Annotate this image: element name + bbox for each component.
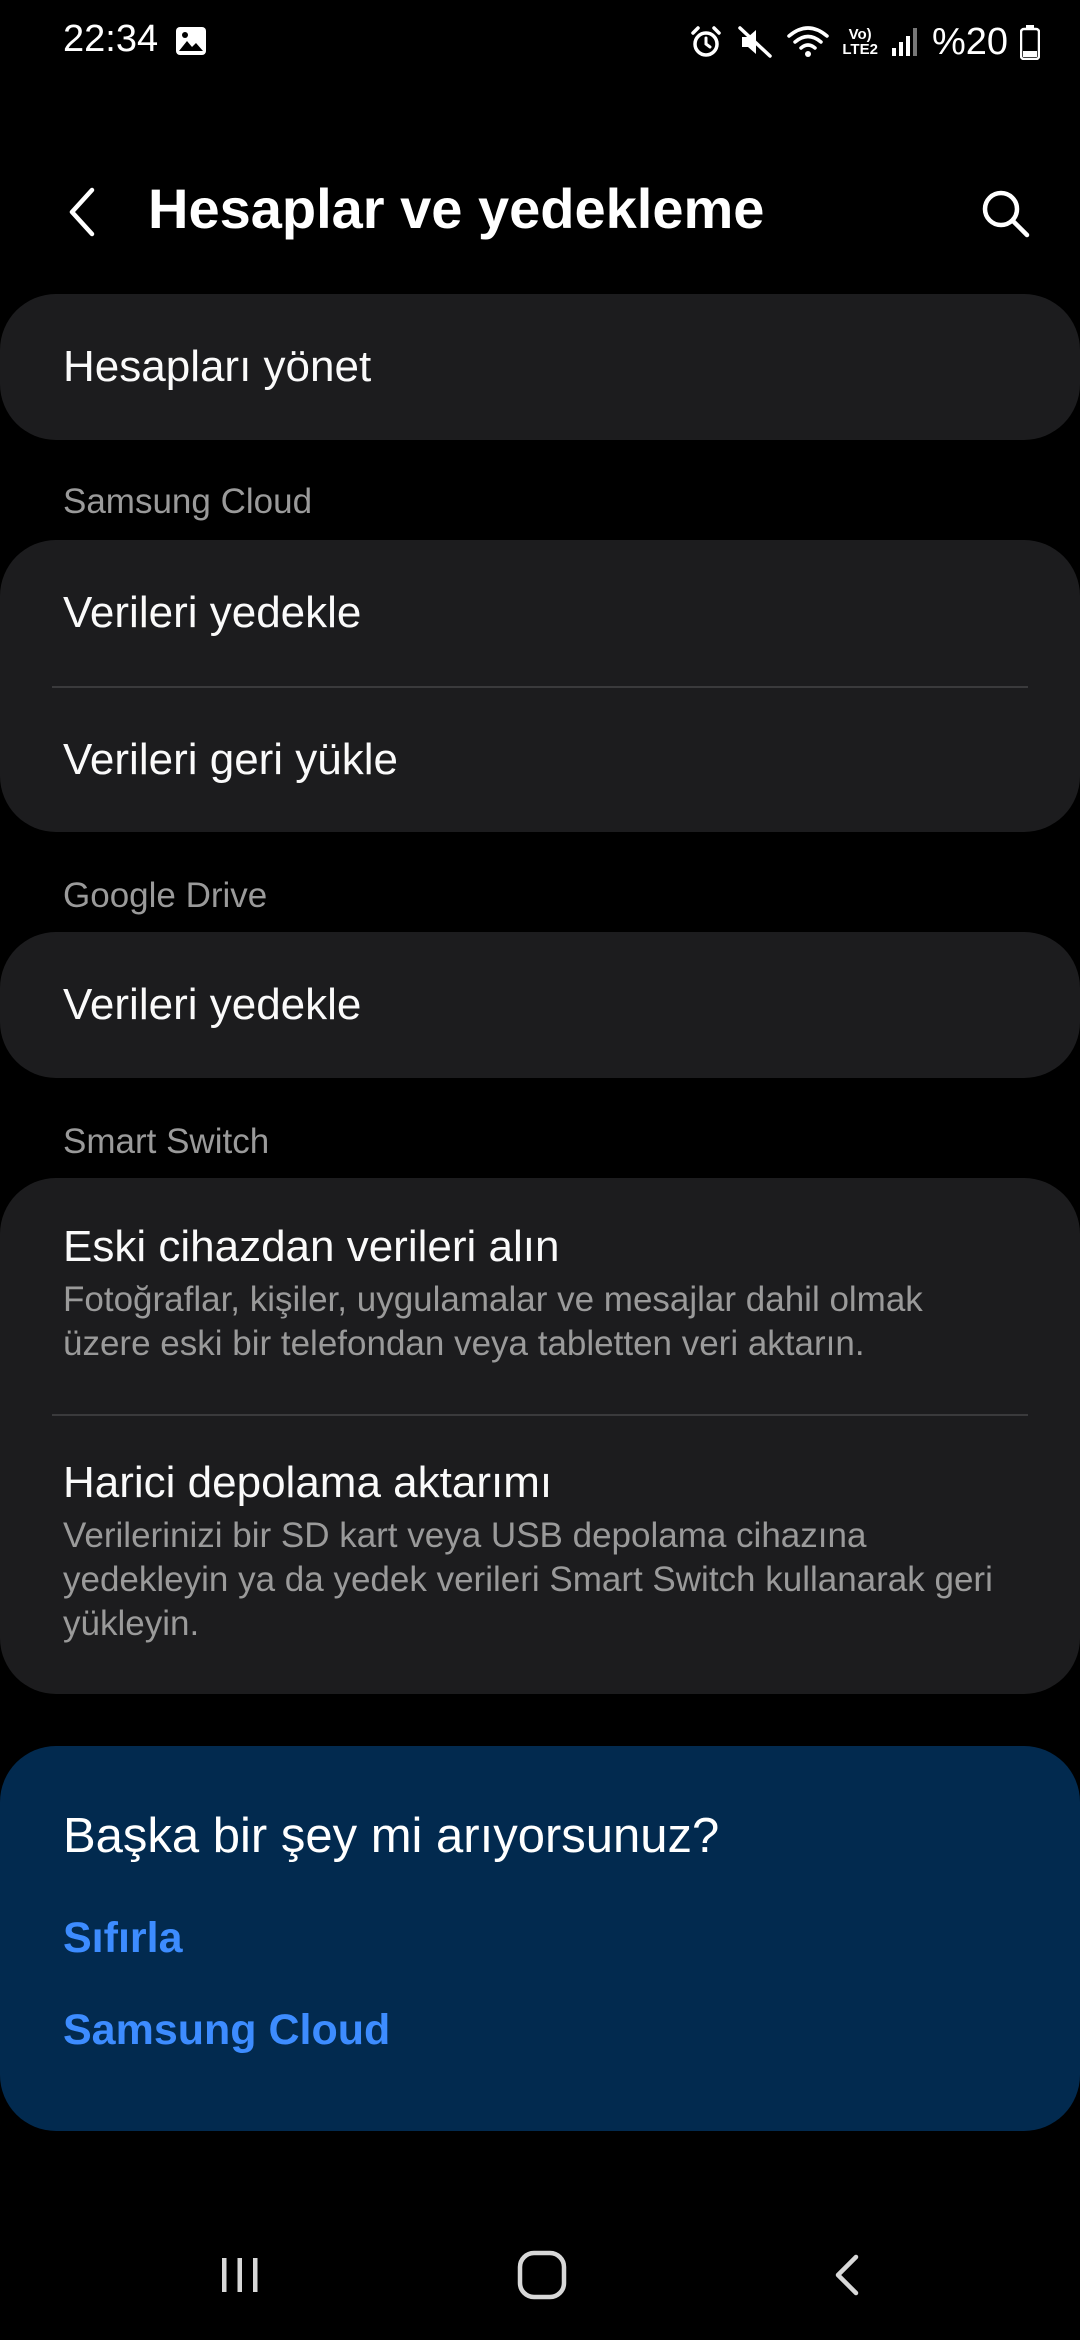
search-button[interactable] xyxy=(970,178,1040,248)
search-icon xyxy=(982,190,1030,238)
samsung-cloud-backup-label: Verileri yedekle xyxy=(63,588,362,637)
back-chevron-icon xyxy=(69,187,95,237)
samsung-cloud-backup-item[interactable]: Verileri yedekle xyxy=(0,540,1080,686)
battery-percentage: %20 xyxy=(931,20,1008,63)
manage-accounts-card: Hesapları yönet xyxy=(0,294,1080,440)
navigation-bar xyxy=(0,2210,1080,2340)
smart-switch-external-storage-item[interactable]: Harici depolama aktarımı Verilerinizi bi… xyxy=(0,1416,1080,1694)
battery-icon xyxy=(1020,24,1040,60)
home-button[interactable] xyxy=(502,2240,582,2310)
smart-switch-card: Eski cihazdan verileri alın Fotoğraflar,… xyxy=(0,1178,1080,1694)
recents-icon xyxy=(222,2258,258,2292)
status-time: 22:34 xyxy=(63,18,159,60)
google-drive-backup-label: Verileri yedekle xyxy=(63,980,362,1029)
page-title: Hesaplar ve yedekleme xyxy=(148,177,765,240)
section-header-samsung-cloud: Samsung Cloud xyxy=(63,482,313,521)
nav-back-button[interactable] xyxy=(806,2240,886,2310)
app-bar: Hesaplar ve yedekleme xyxy=(0,150,1080,270)
manage-accounts-item[interactable]: Hesapları yönet xyxy=(0,294,1080,440)
external-storage-subtitle: Verilerinizi bir SD kart veya USB depola… xyxy=(63,1516,993,1643)
smart-switch-old-device-item[interactable]: Eski cihazdan verileri alın Fotoğraflar,… xyxy=(0,1178,1080,1414)
volte-label: Vo) xyxy=(848,26,872,43)
lte-label: LTE2 xyxy=(842,41,878,58)
wifi-icon xyxy=(786,24,830,60)
back-icon xyxy=(835,2254,859,2296)
signal-icon xyxy=(890,26,920,58)
volte-indicator: Vo) LTE2 xyxy=(842,27,878,57)
manage-accounts-label: Hesapları yönet xyxy=(63,342,372,391)
back-button[interactable] xyxy=(50,180,114,244)
google-drive-backup-item[interactable]: Verileri yedekle xyxy=(0,932,1080,1078)
gallery-icon xyxy=(175,26,207,56)
home-icon xyxy=(517,2250,567,2300)
section-header-smart-switch: Smart Switch xyxy=(63,1122,270,1161)
samsung-cloud-card: Verileri yedekle Verileri geri yükle xyxy=(0,540,1080,832)
old-device-title: Eski cihazdan verileri alın xyxy=(63,1222,560,1271)
suggestion-link-reset[interactable]: Sıfırla xyxy=(63,1914,183,1963)
mute-icon xyxy=(736,24,774,60)
section-header-google-drive: Google Drive xyxy=(63,876,268,915)
samsung-cloud-restore-item[interactable]: Verileri geri yükle xyxy=(0,688,1080,832)
old-device-subtitle: Fotoğraflar, kişiler, uygulamalar ve mes… xyxy=(63,1280,923,1363)
suggestion-card: Başka bir şey mi arıyorsunuz? Sıfırla Sa… xyxy=(0,1746,1080,2131)
alarm-icon xyxy=(688,24,724,60)
external-storage-title: Harici depolama aktarımı xyxy=(63,1458,553,1507)
status-bar: 22:34 Vo) LTE2 %20 xyxy=(0,0,1080,84)
suggestion-link-samsung-cloud[interactable]: Samsung Cloud xyxy=(63,2006,390,2055)
samsung-cloud-restore-label: Verileri geri yükle xyxy=(63,735,399,784)
recents-button[interactable] xyxy=(200,2240,280,2310)
suggestion-title: Başka bir şey mi arıyorsunuz? xyxy=(63,1809,720,1863)
google-drive-card: Verileri yedekle xyxy=(0,932,1080,1078)
status-icons: Vo) LTE2 %20 xyxy=(688,14,1040,70)
